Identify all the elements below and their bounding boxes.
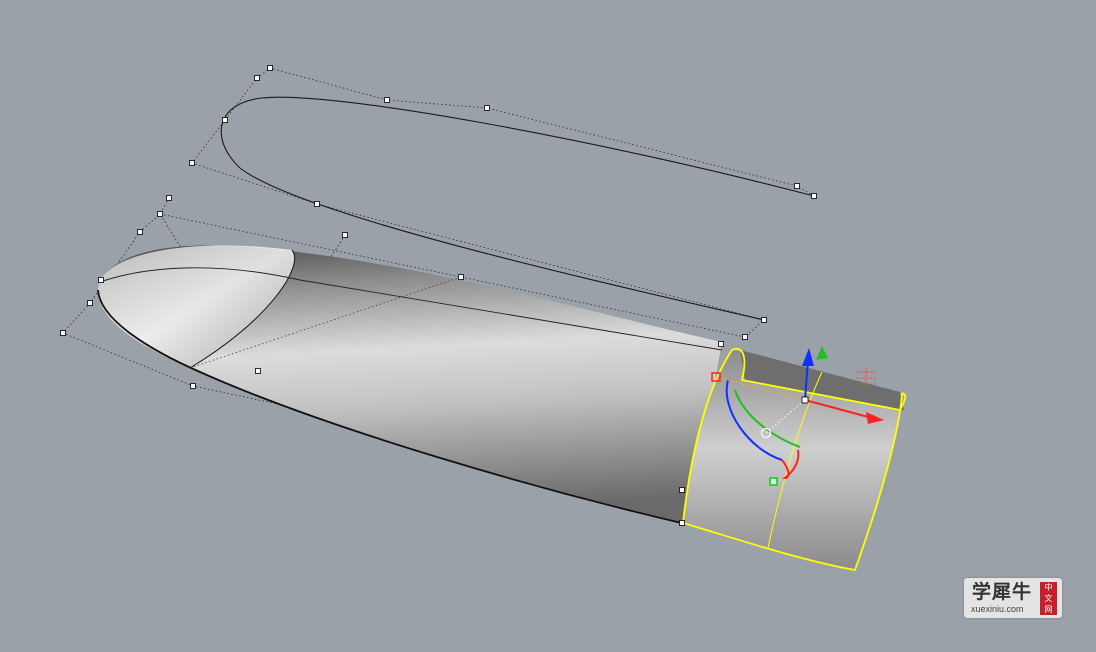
control-point[interactable] <box>384 97 390 103</box>
control-point[interactable] <box>484 105 490 111</box>
gumball-scale-handle-green[interactable] <box>769 477 778 486</box>
control-point[interactable] <box>190 383 196 389</box>
control-point[interactable] <box>222 117 228 123</box>
control-point[interactable] <box>157 211 163 217</box>
control-point[interactable] <box>137 229 143 235</box>
control-point[interactable] <box>166 195 172 201</box>
control-point[interactable] <box>679 520 685 526</box>
gumball-z-arrow-icon[interactable] <box>802 348 814 366</box>
control-point[interactable] <box>794 183 800 189</box>
rhino-perspective-viewport[interactable] <box>0 0 1096 652</box>
control-point[interactable] <box>314 201 320 207</box>
control-point[interactable] <box>811 193 817 199</box>
seal-char: 网 <box>1044 605 1053 614</box>
control-point[interactable] <box>60 330 66 336</box>
control-point[interactable] <box>254 75 260 81</box>
control-point[interactable] <box>679 487 685 493</box>
watermark-logo: 学犀牛 xuexiniu.com 中 文 网 <box>964 578 1062 618</box>
gumball-origin-handle[interactable] <box>801 396 809 404</box>
selected-tail-segment[interactable] <box>682 347 907 572</box>
control-point[interactable] <box>458 274 464 280</box>
control-point[interactable] <box>267 65 273 71</box>
control-point[interactable] <box>761 317 767 323</box>
seal-char: 文 <box>1044 594 1053 603</box>
watermark-title: 学犀牛 <box>972 581 1033 603</box>
seal-char: 中 <box>1044 583 1053 592</box>
gumball-y-arrow-icon[interactable] <box>816 346 828 360</box>
control-point[interactable] <box>189 160 195 166</box>
control-point[interactable] <box>342 232 348 238</box>
control-point[interactable] <box>87 300 93 306</box>
watermark-seal: 中 文 网 <box>1040 582 1057 615</box>
control-point[interactable] <box>718 341 724 347</box>
watermark-url: xuexiniu.com <box>971 604 1024 614</box>
control-point[interactable] <box>98 277 104 283</box>
control-point[interactable] <box>255 368 261 374</box>
control-point[interactable] <box>742 334 748 340</box>
